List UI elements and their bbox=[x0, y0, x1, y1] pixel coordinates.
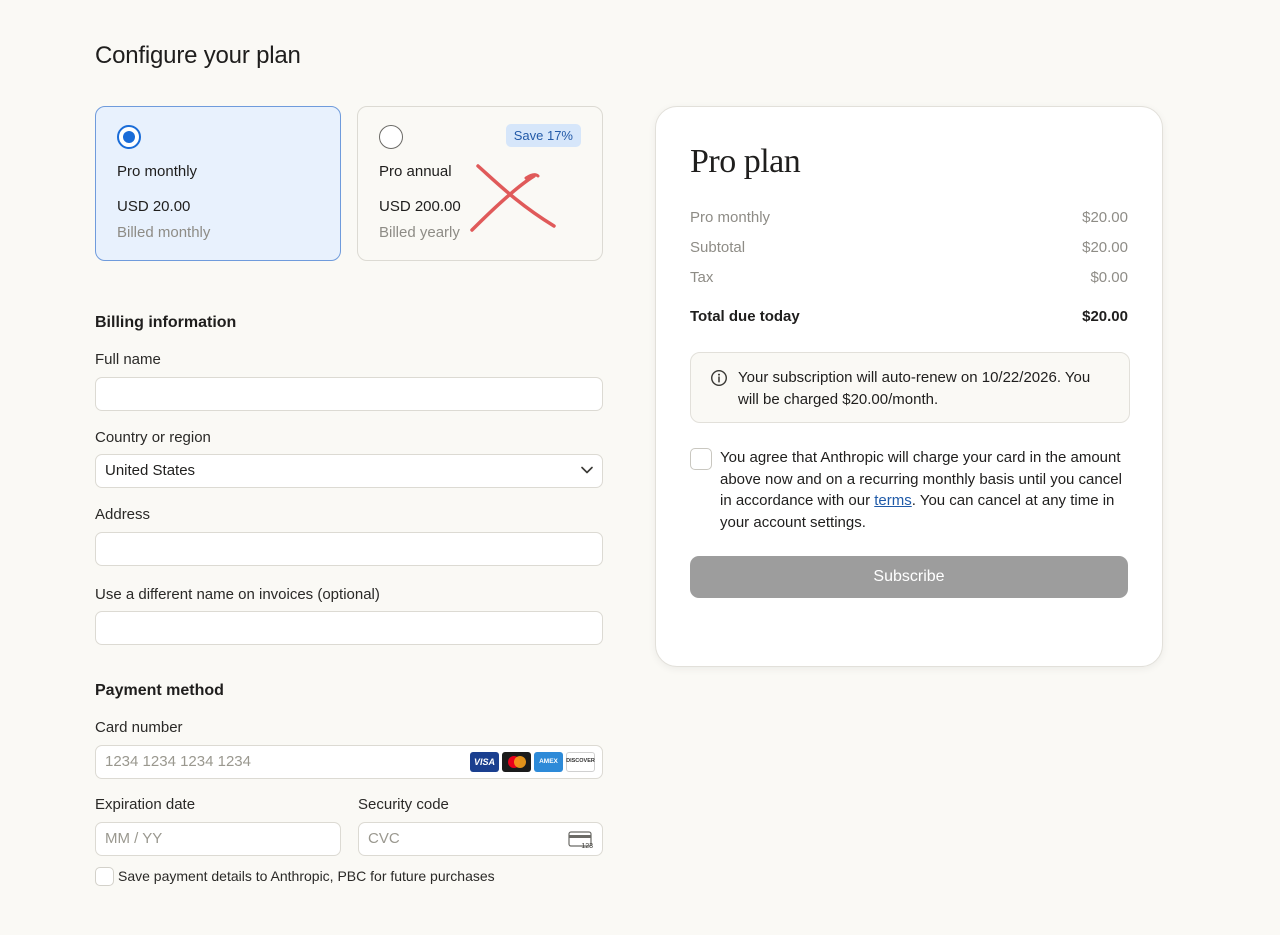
card-number-input[interactable]: 1234 1234 1234 1234 VISA AMEX DISCOVER bbox=[95, 745, 603, 779]
line-amount: $20.00 bbox=[1082, 239, 1128, 256]
summary-title: Pro plan bbox=[690, 143, 801, 180]
amex-icon: AMEX bbox=[534, 752, 563, 772]
plan-billing-period: Billed yearly bbox=[379, 224, 460, 241]
line-amount: $0.00 bbox=[1090, 269, 1128, 286]
cvc-placeholder: CVC bbox=[368, 830, 400, 847]
card-brand-logos: VISA AMEX DISCOVER bbox=[470, 752, 595, 772]
full-name-label: Full name bbox=[95, 351, 161, 368]
plan-option-pro-monthly[interactable]: Pro monthly USD 20.00 Billed monthly bbox=[95, 106, 341, 261]
red-x-annotation-icon bbox=[470, 164, 556, 232]
save-details-checkbox[interactable] bbox=[95, 867, 114, 886]
country-select-value: United States bbox=[105, 462, 196, 479]
terms-link[interactable]: terms bbox=[874, 492, 912, 509]
discover-icon: DISCOVER bbox=[566, 752, 595, 772]
radio-selected-icon[interactable] bbox=[117, 125, 141, 149]
billing-heading: Billing information bbox=[95, 314, 237, 331]
card-number-label: Card number bbox=[95, 719, 183, 736]
agree-terms-checkbox[interactable] bbox=[690, 448, 712, 470]
cvc-label: Security code bbox=[358, 796, 449, 813]
card-cvc-icon: 123 bbox=[568, 831, 593, 849]
info-icon bbox=[710, 369, 728, 387]
payment-heading: Payment method bbox=[95, 682, 224, 699]
summary-line-item: Subtotal $20.00 bbox=[690, 239, 1128, 256]
line-label: Pro monthly bbox=[690, 209, 771, 226]
invoice-name-label: Use a different name on invoices (option… bbox=[95, 586, 380, 603]
total-amount: $20.00 bbox=[1082, 308, 1128, 325]
plan-price: USD 200.00 bbox=[379, 198, 461, 215]
total-label: Total due today bbox=[690, 308, 800, 325]
auto-renew-text: Your subscription will auto-renew on 10/… bbox=[738, 369, 1091, 408]
plan-name: Pro annual bbox=[379, 163, 452, 180]
agree-terms-text: You agree that Anthropic will charge you… bbox=[720, 447, 1130, 533]
line-amount: $20.00 bbox=[1082, 209, 1128, 226]
summary-line-item: Pro monthly $20.00 bbox=[690, 209, 1128, 226]
plan-price: USD 20.00 bbox=[117, 198, 191, 215]
address-label: Address bbox=[95, 506, 151, 523]
svg-text:123: 123 bbox=[581, 843, 593, 849]
country-select[interactable]: United States bbox=[95, 454, 603, 488]
save-details-label: Save payment details to Anthropic, PBC f… bbox=[118, 868, 495, 884]
expiry-label: Expiration date bbox=[95, 796, 196, 813]
cvc-input[interactable]: CVC 123 bbox=[358, 822, 603, 856]
subscribe-button[interactable]: Subscribe bbox=[690, 556, 1128, 598]
country-label: Country or region bbox=[95, 429, 211, 446]
visa-icon: VISA bbox=[470, 752, 499, 772]
chevron-down-icon bbox=[581, 466, 593, 474]
page-title: Configure your plan bbox=[95, 42, 301, 69]
line-label: Tax bbox=[690, 269, 714, 286]
summary-total: Total due today $20.00 bbox=[690, 308, 1128, 325]
line-label: Subtotal bbox=[690, 239, 746, 256]
auto-renew-notice: Your subscription will auto-renew on 10/… bbox=[690, 352, 1130, 423]
summary-line-item: Tax $0.00 bbox=[690, 269, 1128, 286]
mastercard-icon bbox=[502, 752, 531, 772]
savings-badge: Save 17% bbox=[505, 124, 581, 147]
address-input[interactable] bbox=[95, 532, 603, 566]
card-number-placeholder: 1234 1234 1234 1234 bbox=[105, 753, 251, 770]
invoice-name-input[interactable] bbox=[95, 611, 603, 645]
plan-billing-period: Billed monthly bbox=[117, 224, 211, 241]
radio-unselected-icon[interactable] bbox=[379, 125, 403, 149]
expiry-input[interactable]: MM / YY bbox=[95, 822, 341, 856]
order-summary-panel: Pro plan Pro monthly $20.00 Subtotal $20… bbox=[655, 106, 1163, 667]
plan-name: Pro monthly bbox=[117, 163, 198, 180]
full-name-input[interactable] bbox=[95, 377, 603, 411]
